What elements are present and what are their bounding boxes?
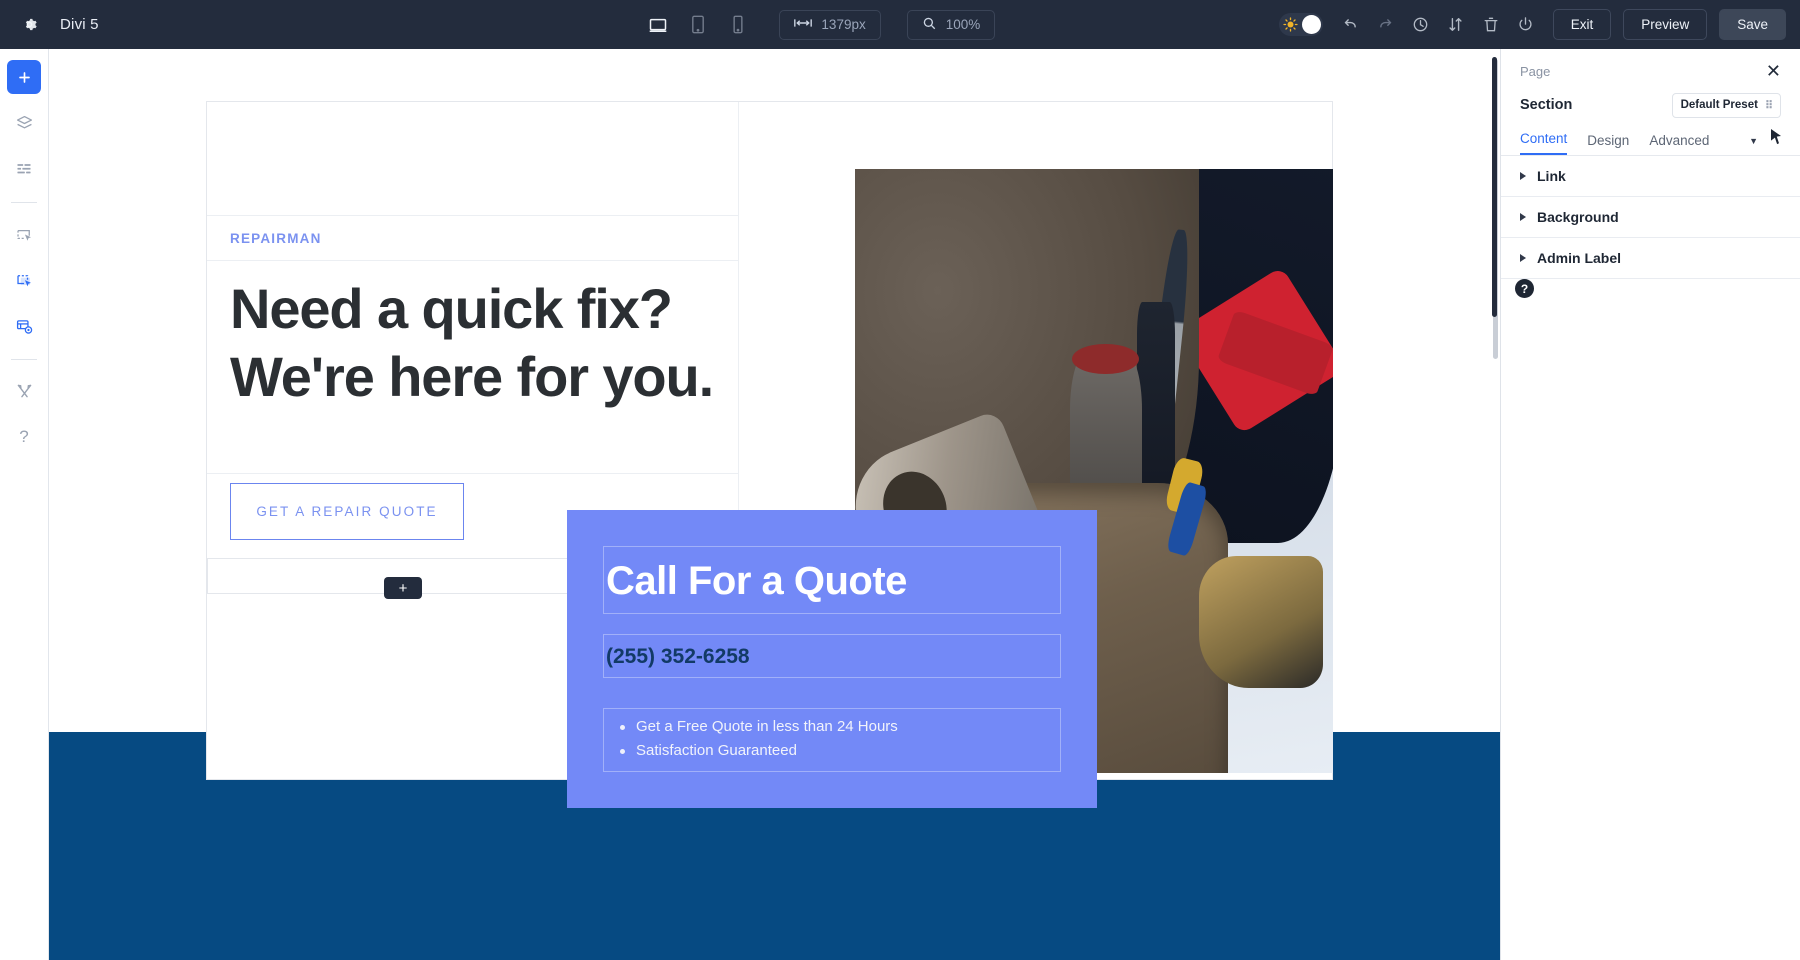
accordion-background[interactable]: Background [1501,197,1800,238]
triangle-right-icon [1520,172,1526,180]
accordion-admin-label[interactable]: Admin Label [1501,238,1800,279]
overlay-bullet-list: Get a Free Quote in less than 24 Hours S… [604,709,1060,763]
undo-icon[interactable] [1336,10,1366,40]
toggle-knob [1301,15,1321,34]
triangle-right-icon [1520,254,1526,262]
accordion-label: Link [1537,168,1566,184]
add-module-button[interactable] [7,60,41,94]
list-icon[interactable] [7,152,41,186]
toolbar-left-group: Divi 5 [0,8,360,42]
panel-tabs: Content Design Advanced ▼ [1501,123,1800,156]
overlay-title-box[interactable]: Call For a Quote [603,546,1061,614]
top-toolbar: Divi 5 1379px 100% Exit Preview Save [0,0,1800,49]
overlay-title: Call For a Quote [606,559,907,603]
project-title: Divi 5 [60,16,99,33]
close-icon[interactable]: ✕ [1766,62,1781,80]
plus-icon: + [398,579,408,597]
eyebrow-module[interactable]: REPAIRMAN [207,215,739,261]
eyebrow-text: REPAIRMAN [230,231,322,246]
preview-button[interactable]: Preview [1623,9,1708,40]
redo-icon[interactable] [1371,10,1401,40]
multi-select-icon[interactable] [7,263,41,297]
preset-dots-icon: ⠿ [1764,99,1773,112]
accordion-label: Admin Label [1537,250,1622,266]
magnifier-icon [922,16,937,34]
get-repair-quote-button[interactable]: GET A REPAIR QUOTE [230,483,464,540]
question-mark-icon[interactable]: ? [7,420,41,454]
panel-header: Page ✕ [1501,55,1800,87]
accordion-link[interactable]: Link [1501,156,1800,197]
rail-divider-2 [11,359,37,360]
exit-button[interactable]: Exit [1552,9,1612,40]
gear-icon[interactable] [12,8,46,42]
select-pointer-icon[interactable] [7,217,41,251]
accordion-label: Background [1537,209,1619,225]
tab-advanced[interactable]: Advanced [1649,133,1709,155]
list-item: Get a Free Quote in less than 24 Hours [620,715,1060,739]
toolbar-right-group: Exit Preview Save [1278,9,1800,40]
preset-dropdown[interactable]: Default Preset ⠿ [1671,92,1781,118]
headline-module[interactable]: Need a quick fix? We're here for you. [207,261,739,474]
divi-builder-screen: Divi 5 1379px 100% Exit Preview Save ? R… [0,0,1800,960]
sort-updown-icon[interactable] [1441,10,1471,40]
tab-content[interactable]: Content [1520,131,1568,155]
list-item: Satisfaction Guaranteed [620,739,1060,763]
triangle-right-icon [1520,213,1526,221]
layers-icon[interactable] [7,106,41,140]
power-icon[interactable] [1511,10,1541,40]
tablet-icon[interactable] [683,10,713,40]
overlay-bullet-box[interactable]: Get a Free Quote in less than 24 Hours S… [603,708,1061,772]
photo-boot [1199,555,1324,689]
tab-design[interactable]: Design [1587,133,1629,155]
panel-element-row: Section Default Preset ⠿ [1501,87,1800,123]
help-button[interactable]: ? [1515,279,1534,298]
theme-toggle[interactable] [1278,13,1323,36]
builder-canvas[interactable]: REPAIRMAN Need a quick fix? We're here f… [49,49,1500,960]
settings-panel: Page ✕ Section Default Preset ⠿ Content … [1492,49,1800,960]
desktop-icon[interactable] [643,10,673,40]
zoom-value: 100% [945,17,981,32]
overlay-phone-box[interactable]: (255) 352-6258 [603,634,1061,678]
sun-icon [1283,17,1298,32]
element-type-label: Section [1520,97,1573,113]
save-button[interactable]: Save [1719,9,1786,40]
viewport-width-value: 1379px [821,17,866,32]
breadcrumb[interactable]: Page [1520,64,1550,79]
phone-icon[interactable] [723,10,753,40]
history-clock-icon[interactable] [1406,10,1436,40]
trash-icon[interactable] [1476,10,1506,40]
device-switcher [643,10,753,40]
add-row-button[interactable]: + [384,577,422,599]
panel-scrollbar-thumb[interactable] [1492,57,1497,317]
call-for-quote-module[interactable]: Call For a Quote (255) 352-6258 Get a Fr… [567,510,1097,808]
rail-divider-1 [11,202,37,203]
wrench-screwdriver-icon[interactable] [7,374,41,408]
viewport-width-control[interactable]: 1379px [779,9,881,40]
toolbar-center-group: 1379px 100% [360,9,1279,40]
preset-label: Default Preset [1680,99,1758,111]
headline-text: Need a quick fix? We're here for you. [230,277,714,409]
chevron-down-icon[interactable]: ▼ [1749,136,1758,146]
zoom-control[interactable]: 100% [906,9,996,40]
overlay-phone-number: (255) 352-6258 [606,645,750,668]
mouse-cursor-icon [1770,129,1782,150]
responsive-preview-icon[interactable] [7,309,41,343]
rendered-page: REPAIRMAN Need a quick fix? We're here f… [49,49,1500,960]
width-arrows-icon [794,17,813,32]
left-rail: ? [0,49,49,960]
